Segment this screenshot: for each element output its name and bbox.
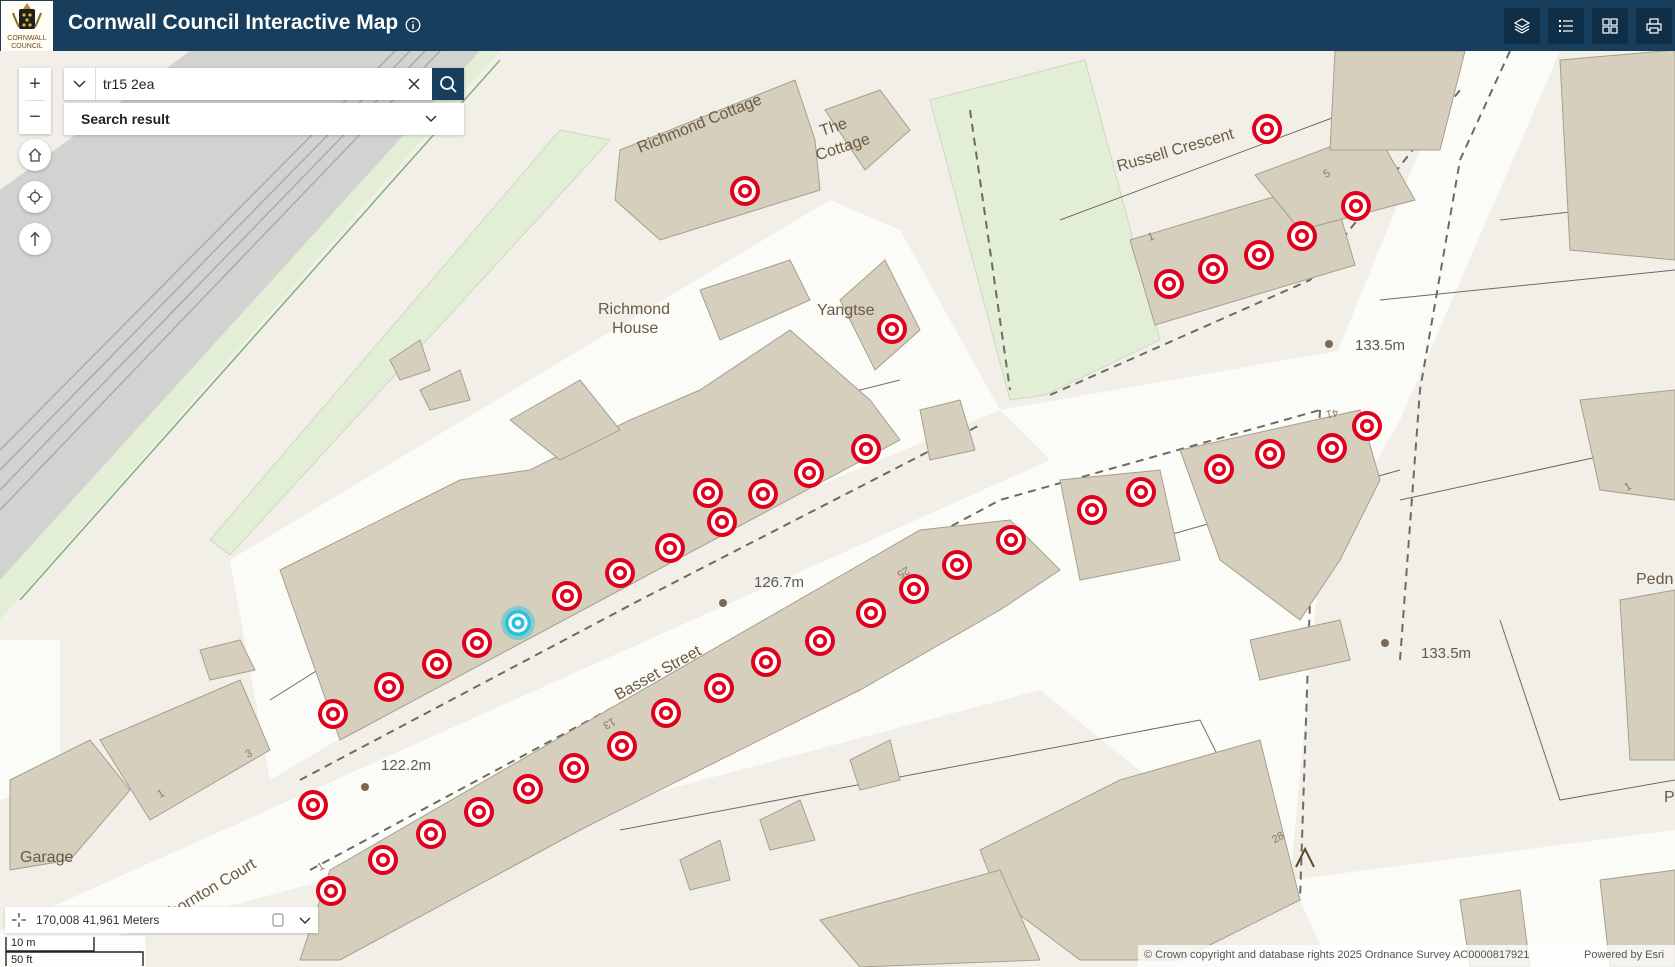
zoom-in-button[interactable]: + [19, 68, 51, 100]
layers-button[interactable] [1504, 8, 1540, 44]
attribution-text: © Crown copyright and database rights 20… [1144, 949, 1530, 961]
address-marker[interactable] [464, 797, 494, 827]
home-icon [28, 148, 42, 162]
search-button[interactable] [432, 68, 464, 100]
address-marker[interactable] [1204, 454, 1234, 484]
address-marker[interactable] [1317, 433, 1347, 463]
address-marker[interactable] [751, 647, 781, 677]
search-widget [64, 68, 464, 100]
chevron-down-icon [73, 80, 86, 88]
locate-button[interactable] [19, 181, 51, 213]
scale-imperial-label: 50 ft [11, 954, 33, 966]
coordinate-text: 170,008 41,961 Meters [36, 913, 160, 927]
address-marker[interactable] [877, 314, 907, 344]
address-marker[interactable] [513, 774, 543, 804]
address-marker[interactable] [748, 479, 778, 509]
list-icon [1559, 20, 1573, 32]
address-marker[interactable] [1126, 477, 1156, 507]
address-marker[interactable] [942, 550, 972, 580]
address-marker[interactable] [374, 672, 404, 702]
address-marker[interactable] [805, 626, 835, 656]
compass-button[interactable] [19, 223, 51, 255]
basemap-gallery-button[interactable] [1592, 8, 1628, 44]
coordinate-readout: 170,008 41,961 Meters [5, 907, 318, 933]
search-icon [440, 76, 457, 93]
selected-address-marker[interactable] [501, 606, 535, 640]
map-view[interactable]: Richmond Cottage The Cottage Richmond Ho… [0, 51, 1675, 967]
zoom-out-button[interactable]: − [19, 101, 51, 133]
scale-bar: 10 m 50 ft [5, 936, 145, 967]
grid-icon [1602, 18, 1618, 34]
address-marker[interactable] [1287, 221, 1317, 251]
address-marker[interactable] [899, 574, 929, 604]
printer-icon [1646, 18, 1662, 34]
copy-icon[interactable] [270, 912, 286, 928]
clear-search-button[interactable] [404, 74, 424, 94]
address-marker[interactable] [704, 673, 734, 703]
close-icon [408, 78, 420, 90]
address-marker[interactable] [605, 558, 635, 588]
scale-metric-label: 10 m [11, 937, 36, 949]
logo-text: CORNWALL COUNCIL [7, 35, 47, 50]
address-marker[interactable] [316, 876, 346, 906]
crest-icon [12, 3, 42, 29]
address-marker[interactable] [996, 525, 1026, 555]
address-marker[interactable] [1077, 495, 1107, 525]
search-result-label: Search result [81, 111, 170, 127]
print-button[interactable] [1636, 8, 1672, 44]
address-marker[interactable] [1198, 254, 1228, 284]
address-marker[interactable] [856, 598, 886, 628]
address-marker[interactable] [607, 731, 637, 761]
address-marker[interactable] [730, 176, 760, 206]
address-marker[interactable] [1352, 411, 1382, 441]
address-marker[interactable] [707, 507, 737, 537]
address-marker[interactable] [298, 790, 328, 820]
address-marker[interactable] [422, 649, 452, 679]
app-header: CORNWALL COUNCIL Cornwall Council Intera… [0, 0, 1675, 51]
app-title: Cornwall Council Interactive Map [68, 11, 399, 34]
address-marker[interactable] [1154, 269, 1184, 299]
compass-arrow-icon [30, 231, 40, 246]
address-marker[interactable] [1252, 114, 1282, 144]
search-input[interactable] [103, 72, 403, 96]
address-marker[interactable] [1341, 191, 1371, 221]
zoom-controls: + − [19, 68, 51, 134]
address-marker[interactable] [318, 699, 348, 729]
chevron-down-icon [425, 115, 437, 123]
address-marker[interactable] [851, 434, 881, 464]
address-marker[interactable] [552, 581, 582, 611]
layers-icon [1513, 18, 1531, 34]
legend-button[interactable] [1548, 8, 1584, 44]
chevron-down-icon[interactable] [297, 912, 313, 928]
home-button[interactable] [19, 139, 51, 171]
address-marker[interactable] [1244, 240, 1274, 270]
entry-arrow-icon [1295, 846, 1315, 868]
search-result-panel[interactable]: Search result [64, 103, 464, 135]
address-markers-layer [298, 114, 1382, 906]
address-marker[interactable] [368, 845, 398, 875]
address-marker[interactable] [462, 628, 492, 658]
address-marker[interactable] [655, 533, 685, 563]
address-marker[interactable] [794, 458, 824, 488]
address-marker[interactable] [651, 698, 681, 728]
powered-by-link[interactable]: Powered by Esri [1584, 949, 1664, 961]
locate-icon [27, 189, 43, 205]
council-logo: CORNWALL COUNCIL [1, 1, 53, 51]
map-attribution: © Crown copyright and database rights 20… [1138, 945, 1675, 967]
address-marker[interactable] [559, 753, 589, 783]
crosshair-icon[interactable] [11, 912, 27, 928]
search-source-dropdown[interactable] [64, 68, 96, 100]
address-marker[interactable] [693, 478, 723, 508]
info-icon[interactable] [405, 17, 421, 33]
address-marker[interactable] [416, 819, 446, 849]
address-marker[interactable] [1255, 439, 1285, 469]
